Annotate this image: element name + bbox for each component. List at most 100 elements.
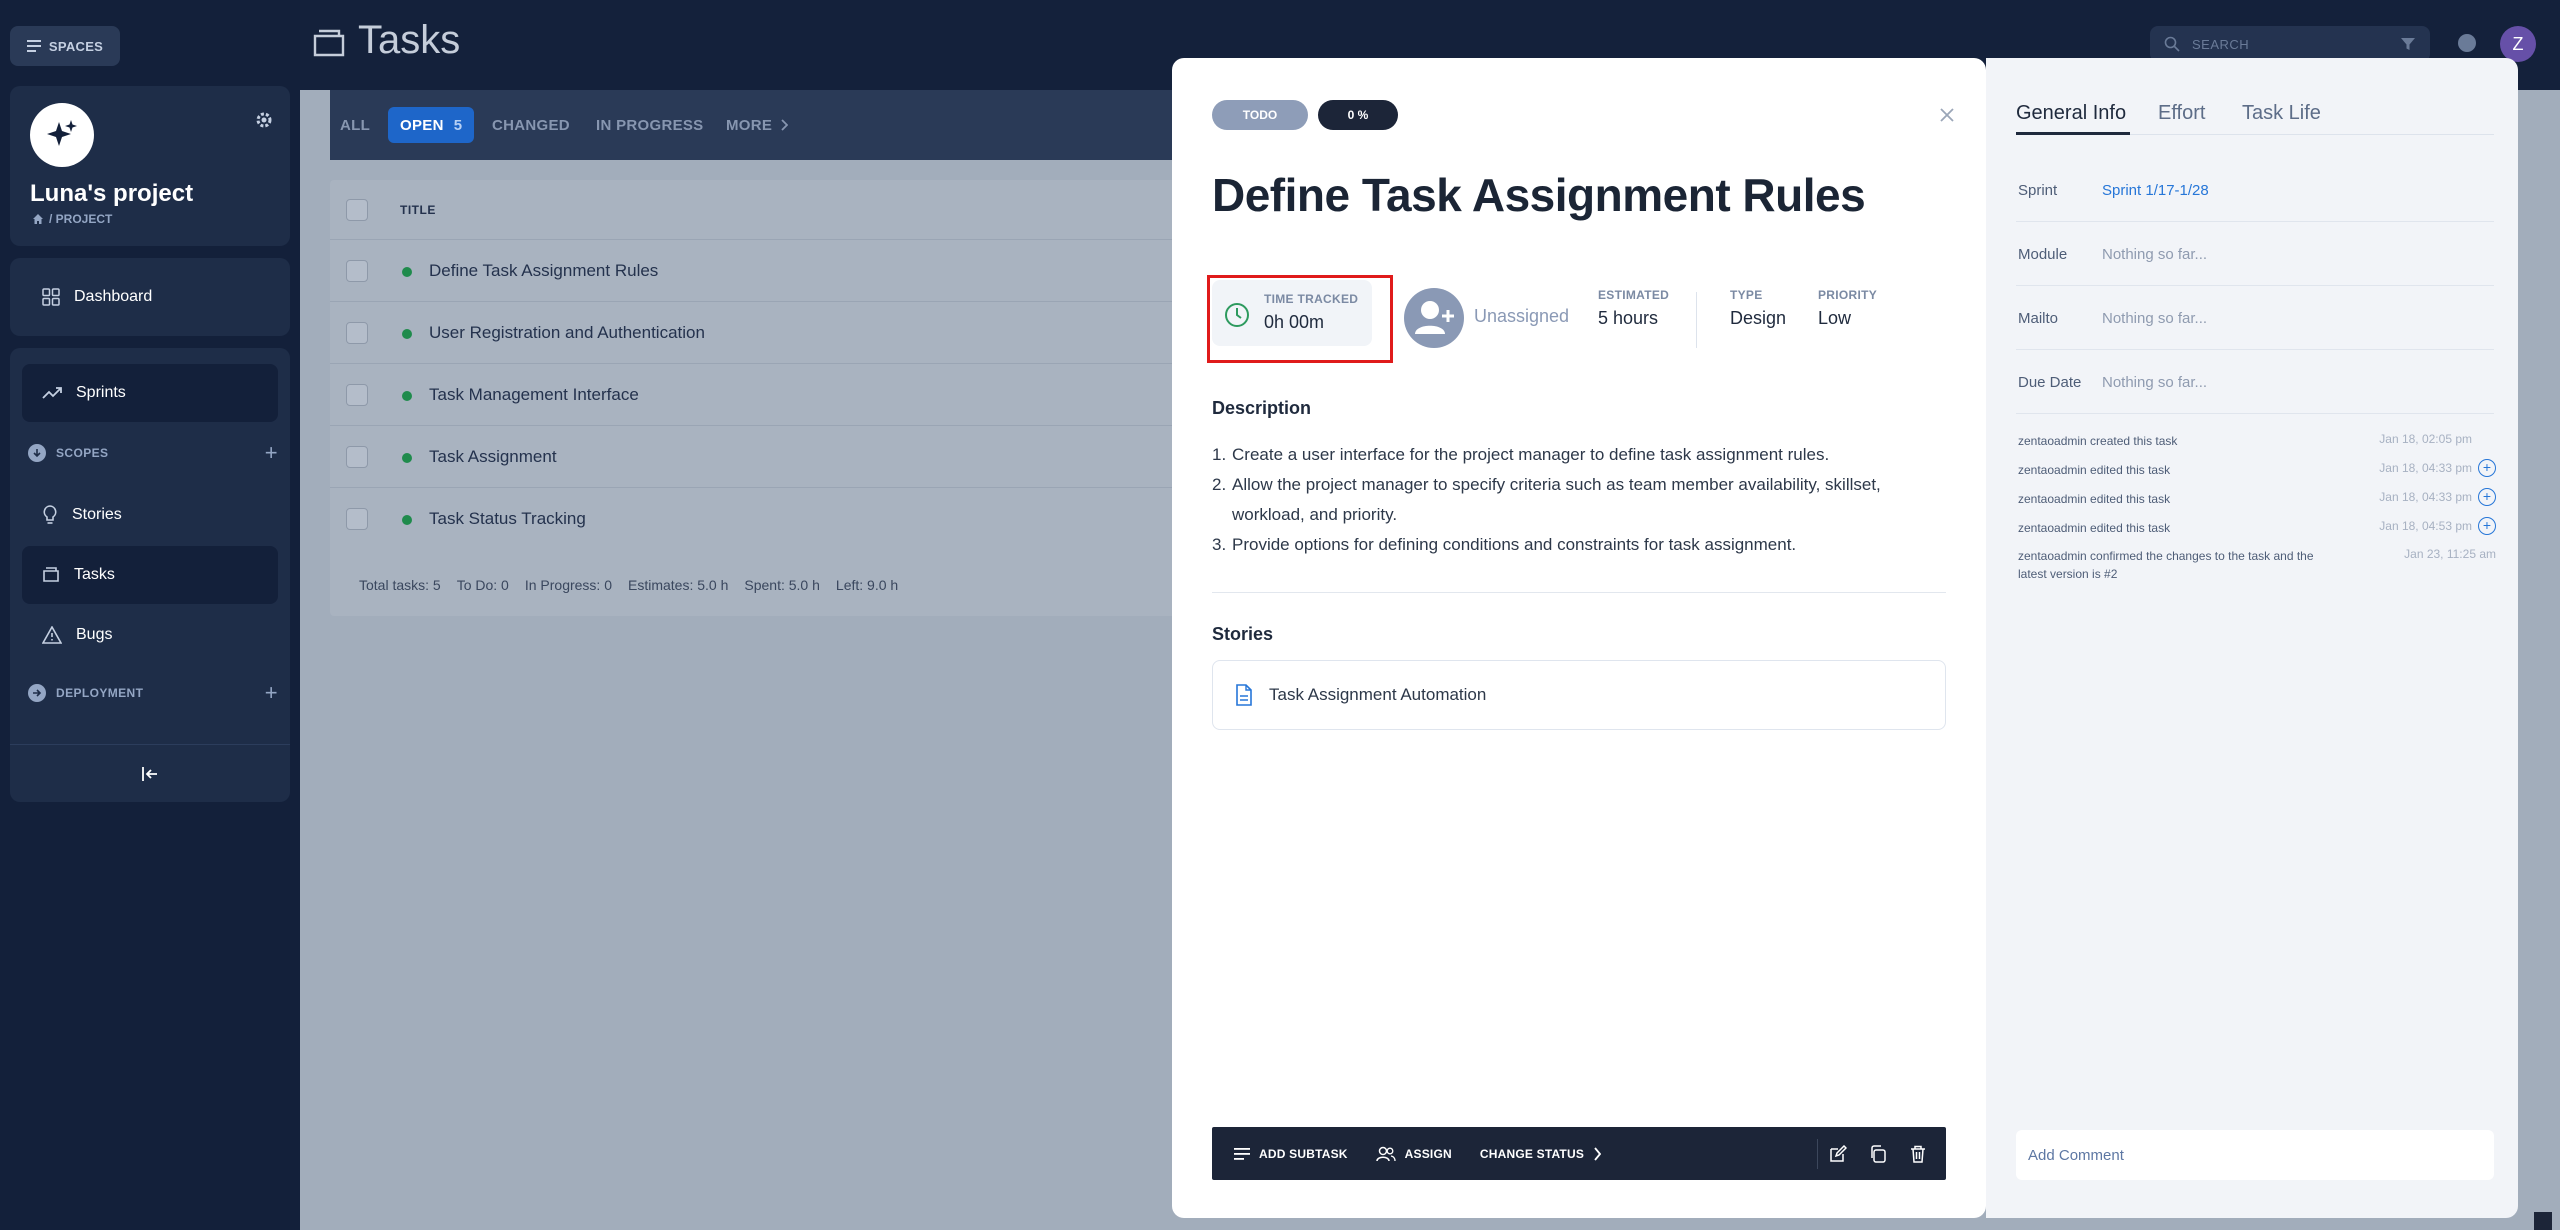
tab-more[interactable]: MORE	[726, 107, 789, 143]
module-value[interactable]: Nothing so far...	[2102, 246, 2207, 263]
section-divider	[1212, 592, 1946, 593]
row-checkbox[interactable]	[346, 260, 368, 282]
project-logo	[30, 103, 94, 167]
gear-icon[interactable]	[254, 110, 274, 130]
task-detail-modal: TODO 0 % Define Task Assignment Rules TI…	[1172, 58, 1986, 1218]
priority-value: Low	[1818, 308, 1852, 328]
expand-change-icon[interactable]: +	[2478, 488, 2496, 506]
row-checkbox[interactable]	[346, 322, 368, 344]
project-breadcrumb[interactable]: / PROJECT	[32, 212, 112, 226]
row-title: Define Task Assignment Rules	[429, 261, 659, 280]
change-status-button[interactable]: CHANGE STATUS	[1466, 1127, 1615, 1180]
comment-input[interactable]: Add Comment	[2016, 1130, 2494, 1180]
log-text: zentaoadmin confirmed the changes to the…	[2018, 549, 2314, 581]
mailto-field: Mailto Nothing so far...	[2016, 286, 2494, 350]
list-summary: Total tasks: 5 To Do: 0 In Progress: 0 E…	[359, 577, 898, 593]
assignee-avatar[interactable]	[1404, 288, 1464, 348]
type-value: Design	[1730, 308, 1787, 328]
tab-changed[interactable]: CHANGED	[492, 107, 570, 143]
estimated-value: 5 hours	[1598, 308, 1659, 328]
column-title: TITLE	[400, 203, 436, 217]
sidebar-item-stories[interactable]: Stories	[22, 486, 278, 544]
notification-icon[interactable]	[2458, 34, 2476, 52]
page-title: Tasks	[358, 18, 461, 62]
field-label: Module	[2018, 246, 2068, 263]
folder-icon	[43, 567, 59, 582]
chevron-right-icon	[781, 119, 789, 131]
scrollbar-corner[interactable]	[2534, 1212, 2552, 1230]
add-subtask-button[interactable]: ADD SUBTASK	[1212, 1127, 1362, 1180]
sidebar-item-tasks[interactable]: Tasks	[22, 546, 278, 604]
dashboard-card: Dashboard	[10, 258, 290, 336]
add-user-icon	[1415, 301, 1454, 334]
delete-button[interactable]	[1898, 1127, 1938, 1180]
story-link[interactable]: Task Assignment Automation	[1212, 660, 1946, 730]
warning-icon	[42, 626, 62, 644]
tab-count: 5	[453, 116, 463, 134]
trending-up-icon	[42, 387, 62, 399]
spaces-button[interactable]: SPACES	[10, 26, 120, 66]
expand-change-icon[interactable]: +	[2478, 517, 2496, 535]
tab-label: MORE	[726, 116, 773, 134]
section-label: SCOPES	[56, 446, 109, 460]
row-title: Task Management Interface	[429, 385, 639, 404]
sidebar-item-dashboard[interactable]: Dashboard	[22, 268, 278, 326]
document-icon	[1236, 684, 1252, 706]
description-item: Allow the project manager to specify cri…	[1232, 475, 1881, 524]
row-checkbox[interactable]	[346, 446, 368, 468]
tab-task-life[interactable]: Task Life	[2242, 102, 2321, 125]
sidebar-item-label: Tasks	[74, 566, 115, 583]
stories-heading: Stories	[1212, 624, 1274, 644]
sidebar-section-deployment[interactable]: DEPLOYMENT +	[28, 678, 278, 708]
filter-icon[interactable]	[2400, 36, 2416, 52]
users-icon	[1375, 1146, 1396, 1161]
sprint-link[interactable]: Sprint 1/17-1/28	[2102, 182, 2209, 199]
add-deployment-icon[interactable]: +	[265, 680, 278, 706]
select-all-checkbox[interactable]	[346, 199, 368, 221]
search-input[interactable]: SEARCH	[2150, 26, 2430, 62]
field-label: Sprint	[2018, 182, 2058, 199]
due-date-field: Due Date Nothing so far...	[2016, 350, 2494, 414]
button-label: ADD SUBTASK	[1259, 1146, 1348, 1161]
progress-badge: 0 %	[1318, 100, 1398, 130]
section-label: DEPLOYMENT	[56, 686, 144, 700]
log-text: zentaoadmin edited this task	[2018, 521, 2171, 535]
user-avatar[interactable]: Z	[2500, 26, 2536, 62]
button-label: ASSIGN	[1404, 1146, 1452, 1161]
assign-button[interactable]: ASSIGN	[1362, 1127, 1466, 1180]
duplicate-button[interactable]	[1858, 1127, 1898, 1180]
collapse-sidebar-button[interactable]	[10, 744, 290, 802]
close-icon[interactable]	[1936, 104, 1958, 126]
field-label: Mailto	[2018, 310, 2059, 327]
row-title: Task Status Tracking	[429, 509, 586, 528]
status-dot	[402, 391, 412, 401]
collapse-left-icon	[142, 766, 157, 781]
sidebar-item-bugs[interactable]: Bugs	[22, 606, 278, 664]
tab-general-info[interactable]: General Info	[2016, 102, 2126, 125]
due-date-value[interactable]: Nothing so far...	[2102, 374, 2207, 391]
description-heading: Description	[1212, 398, 1312, 418]
status-dot	[402, 329, 412, 339]
sidebar-section-scopes[interactable]: SCOPES +	[28, 438, 278, 468]
sidebar-item-sprints[interactable]: Sprints	[22, 364, 278, 422]
tab-in-progress[interactable]: IN PROGRESS	[596, 107, 704, 143]
status-badge[interactable]: TODO	[1212, 100, 1308, 130]
list-item: 1. Create a user interface for the projec…	[1212, 440, 1952, 470]
add-scope-icon[interactable]: +	[265, 440, 278, 466]
tab-effort[interactable]: Effort	[2158, 102, 2205, 125]
row-checkbox[interactable]	[346, 384, 368, 406]
tab-open[interactable]: OPEN 5	[388, 107, 475, 143]
arrow-down-icon	[28, 444, 46, 462]
task-title: Define Task Assignment Rules	[1212, 169, 1866, 221]
row-checkbox[interactable]	[346, 508, 368, 530]
tab-all[interactable]: ALL	[340, 107, 370, 143]
button-label: CHANGE STATUS	[1479, 1146, 1585, 1161]
edit-button[interactable]	[1818, 1127, 1858, 1180]
log-text: zentaoadmin edited this task	[2018, 492, 2171, 506]
summary-todo: To Do: 0	[456, 577, 509, 593]
description-item: Provide options for defining conditions …	[1232, 535, 1797, 554]
mailto-value[interactable]: Nothing so far...	[2102, 310, 2207, 327]
task-toolbar: ADD SUBTASK ASSIGN CHANGE STATUS	[1212, 1127, 1946, 1180]
assignee-name[interactable]: Unassigned	[1474, 306, 1569, 327]
expand-change-icon[interactable]: +	[2478, 459, 2496, 477]
